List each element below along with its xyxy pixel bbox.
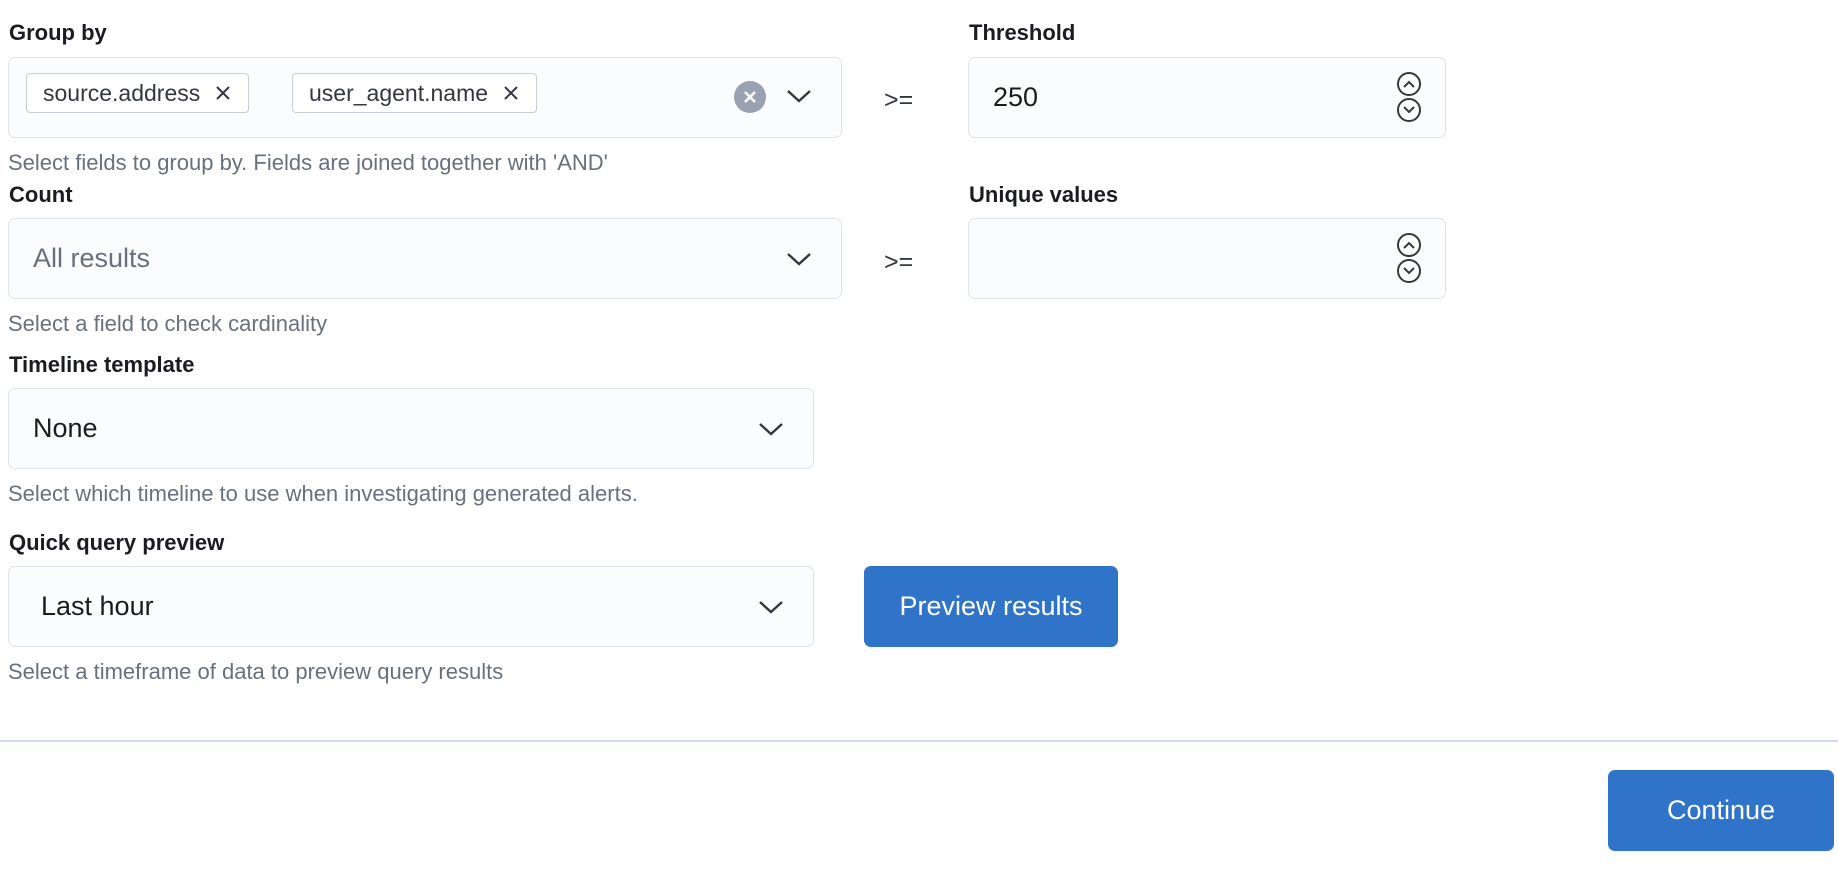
group-by-label: Group by bbox=[9, 20, 107, 45]
timeline-template-select[interactable]: None bbox=[8, 388, 814, 469]
continue-button[interactable]: Continue bbox=[1608, 770, 1834, 851]
threshold-stepper[interactable] bbox=[1397, 72, 1421, 122]
close-icon[interactable] bbox=[502, 84, 520, 102]
chevron-down-icon[interactable] bbox=[757, 420, 785, 438]
unique-values-input[interactable] bbox=[968, 218, 1446, 299]
group-by-help: Select fields to group by. Fields are jo… bbox=[8, 150, 608, 175]
clear-icon[interactable] bbox=[734, 81, 766, 113]
threshold-operator: >= bbox=[884, 86, 914, 114]
timeline-template-value: None bbox=[33, 413, 98, 443]
threshold-label: Threshold bbox=[969, 20, 1076, 45]
preview-results-button[interactable]: Preview results bbox=[864, 566, 1118, 647]
quick-query-preview-label: Quick query preview bbox=[9, 530, 225, 555]
quick-query-preview-help: Select a timeframe of data to preview qu… bbox=[8, 659, 504, 684]
chevron-down-icon[interactable] bbox=[1397, 98, 1421, 122]
count-help: Select a field to check cardinality bbox=[8, 311, 328, 336]
timeline-template-help: Select which timeline to use when invest… bbox=[8, 481, 638, 506]
quick-query-preview-value: Last hour bbox=[41, 591, 154, 621]
chip-label: user_agent.name bbox=[309, 79, 489, 106]
chevron-down-icon[interactable] bbox=[785, 250, 813, 268]
group-by-chip-source-address: source.address bbox=[26, 73, 250, 113]
threshold-input[interactable]: 250 bbox=[968, 57, 1446, 138]
chevron-up-icon[interactable] bbox=[1397, 72, 1421, 96]
count-placeholder: All results bbox=[33, 243, 151, 273]
threshold-value: 250 bbox=[993, 82, 1039, 112]
section-divider bbox=[0, 740, 1838, 742]
chip-label: source.address bbox=[43, 79, 201, 106]
count-select[interactable]: All results bbox=[8, 218, 842, 299]
quick-query-preview-select[interactable]: Last hour bbox=[8, 566, 814, 647]
chevron-down-icon[interactable] bbox=[757, 598, 785, 616]
unique-values-label: Unique values bbox=[969, 182, 1119, 207]
chevron-up-icon[interactable] bbox=[1397, 233, 1421, 257]
unique-values-stepper[interactable] bbox=[1397, 233, 1421, 283]
chevron-down-icon[interactable] bbox=[785, 87, 813, 105]
chevron-down-icon[interactable] bbox=[1397, 259, 1421, 283]
group-by-chip-user-agent-name: user_agent.name bbox=[292, 73, 538, 113]
group-by-combobox[interactable]: source.address user_agent.name bbox=[8, 57, 842, 138]
timeline-template-label: Timeline template bbox=[9, 352, 195, 377]
count-label: Count bbox=[9, 182, 73, 207]
close-icon[interactable] bbox=[214, 84, 232, 102]
unique-values-operator: >= bbox=[884, 248, 914, 276]
